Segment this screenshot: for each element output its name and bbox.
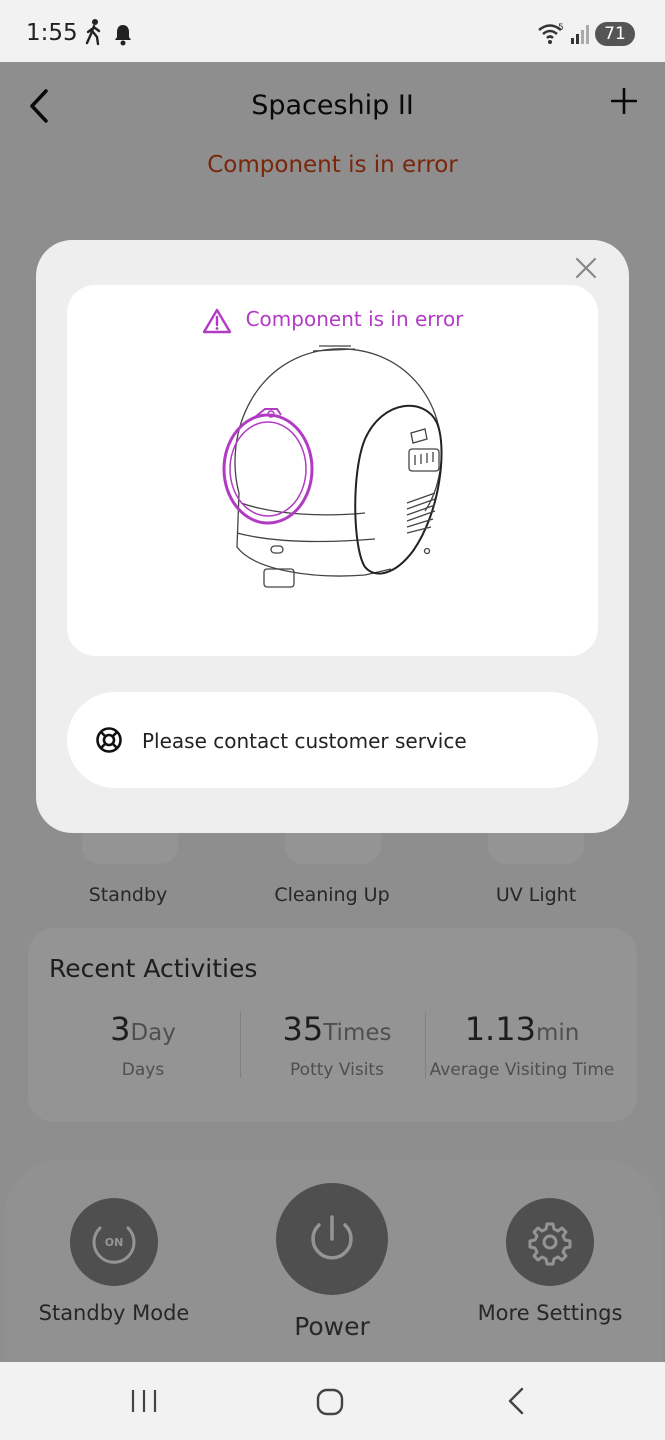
signal-icon — [571, 25, 589, 44]
warning-icon — [202, 308, 231, 333]
home-icon[interactable] — [316, 1388, 344, 1416]
status-time: 1:55 — [26, 20, 78, 46]
back-nav-icon[interactable] — [505, 1386, 527, 1416]
notification-bell-icon — [115, 25, 131, 46]
svg-text:5: 5 — [558, 23, 564, 33]
error-illustration-card: Component is in error — [67, 285, 598, 656]
walking-icon — [85, 19, 101, 46]
battery-indicator: 71 — [595, 22, 635, 46]
lifebuoy-icon — [96, 727, 122, 753]
close-icon[interactable] — [574, 256, 598, 280]
dialog-error-title: Component is in error — [67, 307, 598, 334]
dialog-error-text: Component is in error — [245, 307, 464, 331]
recent-apps-icon[interactable] — [130, 1388, 158, 1414]
status-bar: 1:55 5 71 — [0, 0, 665, 62]
wifi-icon: 5 — [538, 23, 564, 44]
contact-customer-service-button[interactable]: Please contact customer service — [67, 692, 598, 788]
system-nav-bar — [0, 1362, 665, 1440]
device-illustration — [222, 345, 443, 588]
error-dialog: Component is in error Please contact cus… — [36, 240, 629, 833]
contact-customer-service-label: Please contact customer service — [142, 729, 467, 753]
